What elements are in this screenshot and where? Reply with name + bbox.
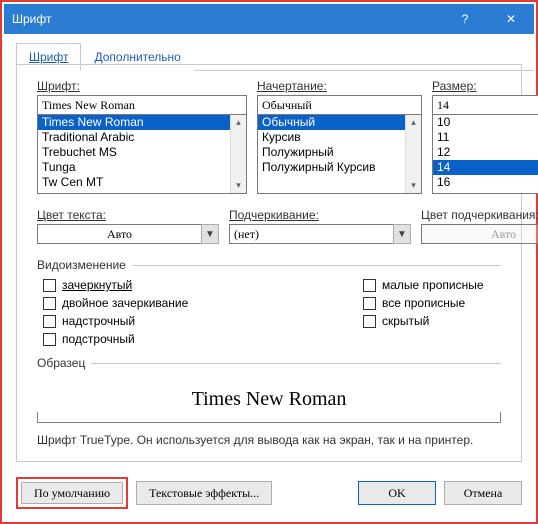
close-button[interactable]: ✕ — [488, 4, 534, 34]
ok-button[interactable]: OK — [358, 481, 436, 505]
help-button[interactable]: ? — [442, 4, 488, 34]
list-item[interactable]: Курсив — [258, 130, 406, 145]
list-item[interactable]: Полужирный — [258, 145, 406, 160]
checkbox-allcaps[interactable]: все прописные — [363, 296, 484, 310]
underline-value[interactable] — [229, 224, 393, 244]
underline-color-value — [421, 224, 538, 244]
label-effects: Видоизменение — [37, 258, 126, 272]
list-item[interactable]: 11 — [433, 130, 538, 145]
label-size: Размер: — [432, 79, 538, 93]
checkbox-subscript[interactable]: подстрочный — [43, 332, 363, 346]
list-item[interactable]: 16 — [433, 175, 538, 190]
sample-preview: Times New Roman — [37, 376, 501, 423]
style-input[interactable] — [257, 95, 422, 115]
set-default-highlight: По умолчанию — [16, 477, 128, 509]
font-input[interactable] — [37, 95, 247, 115]
font-listbox[interactable]: Times New Roman Traditional Arabic Trebu… — [37, 114, 247, 194]
list-item[interactable]: 10 — [433, 115, 538, 130]
scroll-down-icon[interactable]: ▾ — [236, 178, 241, 193]
size-input[interactable] — [432, 95, 538, 115]
label-sample: Образец — [37, 356, 85, 370]
scroll-up-icon[interactable]: ▴ — [236, 115, 241, 130]
font-color-combo[interactable]: ▼ — [37, 224, 219, 244]
label-style: Начертание: — [257, 79, 422, 93]
list-item[interactable]: Trebuchet MS — [38, 145, 231, 160]
checkbox-double-strike[interactable]: двойное зачеркивание — [43, 296, 363, 310]
scroll-down-icon[interactable]: ▾ — [411, 178, 416, 193]
checkbox-hidden[interactable]: скрытый — [363, 314, 484, 328]
label-underline: Подчеркивание: — [229, 208, 411, 222]
list-item[interactable]: Полужирный Курсив — [258, 160, 406, 175]
label-font: Шрифт: — [37, 79, 247, 93]
chevron-down-icon[interactable]: ▼ — [393, 224, 411, 244]
set-default-button[interactable]: По умолчанию — [21, 482, 123, 504]
text-effects-button[interactable]: Текстовые эффекты... — [136, 481, 272, 505]
size-listbox[interactable]: 10 11 12 14 16 ▴▾ — [432, 114, 538, 194]
list-item[interactable]: Обычный — [258, 115, 406, 130]
list-item[interactable]: Traditional Arabic — [38, 130, 231, 145]
style-listbox[interactable]: Обычный Курсив Полужирный Полужирный Кур… — [257, 114, 422, 194]
underline-color-combo: ▼ — [421, 224, 538, 244]
checkbox-superscript[interactable]: надстрочный — [43, 314, 363, 328]
sample-text: Times New Roman — [192, 388, 347, 411]
list-item[interactable]: Tw Cen MT — [38, 175, 231, 190]
label-underline-color: Цвет подчеркивания: — [421, 208, 538, 222]
scrollbar[interactable]: ▴▾ — [405, 115, 421, 193]
list-item[interactable]: 12 — [433, 145, 538, 160]
window-title: Шрифт — [4, 12, 51, 26]
scroll-up-icon[interactable]: ▴ — [411, 115, 416, 130]
underline-combo[interactable]: ▼ — [229, 224, 411, 244]
list-item[interactable]: Times New Roman — [38, 115, 231, 130]
scrollbar[interactable]: ▴▾ — [230, 115, 246, 193]
list-item[interactable]: Tunga — [38, 160, 231, 175]
title-bar: Шрифт ? ✕ — [4, 4, 534, 34]
checkbox-strike[interactable]: зачеркнутый — [43, 278, 363, 292]
font-color-value[interactable] — [37, 224, 201, 244]
list-item[interactable]: 14 — [433, 160, 538, 175]
dialog-content: Шрифт: Times New Roman Traditional Arabi… — [16, 64, 522, 462]
checkbox-smallcaps[interactable]: малые прописные — [363, 278, 484, 292]
font-note: Шрифт TrueType. Он используется для выво… — [37, 433, 501, 447]
chevron-down-icon[interactable]: ▼ — [201, 224, 219, 244]
label-font-color: Цвет текста: — [37, 208, 219, 222]
cancel-button[interactable]: Отмена — [444, 481, 522, 505]
